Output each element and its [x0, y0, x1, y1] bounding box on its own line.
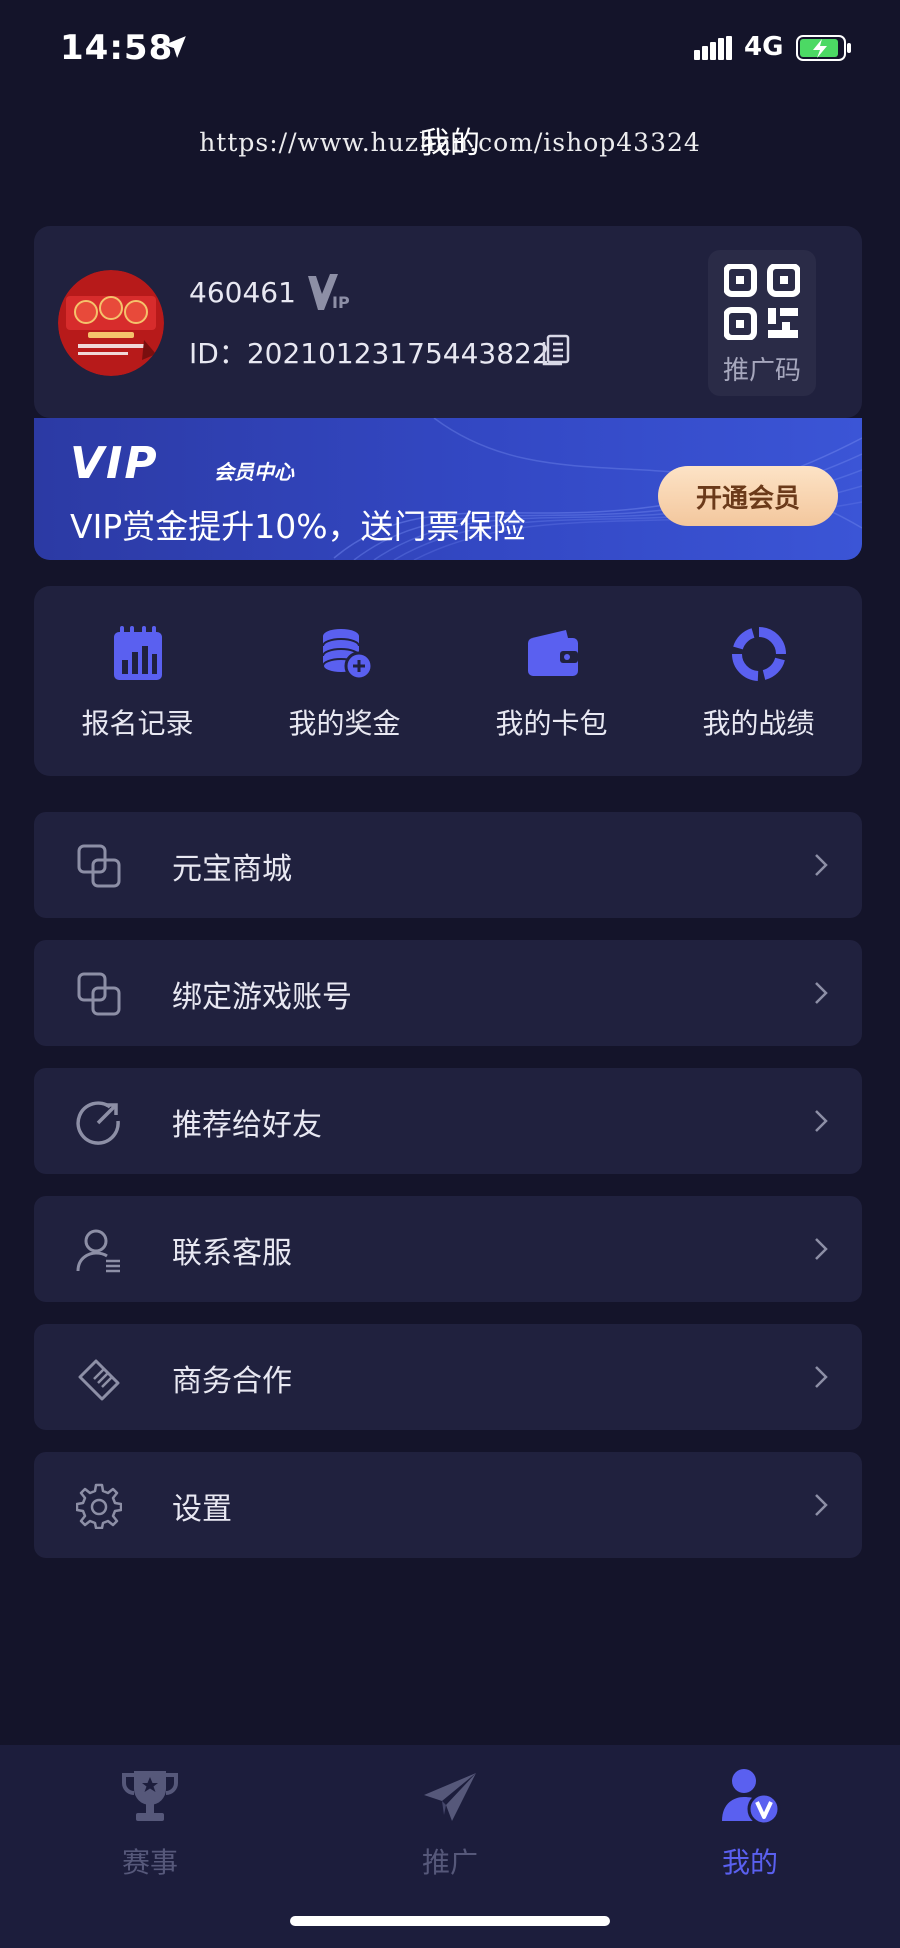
- user-list-icon: [76, 1229, 120, 1273]
- username: 460461: [189, 276, 296, 309]
- chevron-right-icon: [815, 854, 828, 876]
- share-arrow-icon: [76, 1101, 120, 1145]
- quick-action-card-wallet[interactable]: 我的卡包: [448, 586, 655, 776]
- coins-icon: [321, 629, 373, 681]
- chevron-right-icon: [815, 1366, 828, 1388]
- menu-item-contact-support[interactable]: 联系客服: [34, 1196, 862, 1302]
- svg-text:IP: IP: [332, 293, 350, 312]
- tab-promotion[interactable]: 推广: [300, 1763, 600, 1883]
- user-vip-icon: [722, 1769, 781, 1826]
- chevron-right-icon: [815, 1494, 828, 1516]
- wallet-icon: [527, 630, 578, 676]
- quick-actions: 报名记录 我的奖金 我的卡包 我的战绩: [34, 586, 862, 776]
- chevron-right-icon: [815, 1110, 828, 1132]
- menu-item-label: 元宝商城: [172, 852, 292, 887]
- overlap-squares-icon: [77, 844, 121, 888]
- menu-item-label: 推荐给好友: [172, 1108, 322, 1143]
- calendar-chart-icon: [113, 626, 162, 680]
- gear-icon: [76, 1483, 122, 1529]
- vip-badge-icon: IP: [308, 274, 350, 312]
- status-bar: 14:58 4G: [0, 0, 900, 96]
- battery-charging-icon: [796, 35, 851, 61]
- cellular-signal-icon: [694, 36, 732, 60]
- overlap-squares-icon: [77, 972, 121, 1016]
- qr-code-icon: [724, 264, 800, 340]
- quick-action-label: 我的奖金: [288, 707, 401, 740]
- status-time: 14:58: [60, 28, 174, 68]
- vip-description: VIP赏金提升10%，送门票保险: [70, 507, 526, 546]
- profile-card: 460461 IP ID：20210123175443822 推广码: [34, 226, 862, 418]
- promo-code-label: 推广码: [722, 356, 801, 386]
- trophy-icon: [122, 1771, 178, 1821]
- user-id: ID：20210123175443822: [189, 337, 550, 370]
- copy-icon[interactable]: [542, 334, 572, 366]
- tab-label: 我的: [721, 1846, 778, 1879]
- menu-item-label: 联系客服: [172, 1236, 292, 1271]
- quick-action-my-record[interactable]: 我的战绩: [655, 586, 862, 776]
- tab-mine[interactable]: 我的: [600, 1763, 900, 1883]
- paper-plane-icon: [424, 1773, 476, 1821]
- tab-label: 推广: [421, 1846, 478, 1879]
- menu-item-label: 商务合作: [172, 1364, 292, 1399]
- quick-action-signup-records[interactable]: 报名记录: [34, 586, 241, 776]
- quick-action-label: 我的战绩: [702, 707, 815, 740]
- vip-logo: VIP: [70, 438, 159, 489]
- menu-item-label: 绑定游戏账号: [172, 980, 352, 1015]
- menu-item-settings[interactable]: 设置: [34, 1452, 862, 1558]
- vip-banner[interactable]: VIP 会员中心 VIP赏金提升10%，送门票保险 开通会员: [34, 418, 862, 560]
- avatar[interactable]: [58, 270, 164, 376]
- network-type: 4G: [744, 32, 784, 62]
- home-indicator: [290, 1916, 610, 1926]
- menu-item-business-cooperation[interactable]: 商务合作: [34, 1324, 862, 1430]
- watermark-text: https://www.huzhan.com/ishop43324: [199, 128, 701, 157]
- menu-item-ingot-mall[interactable]: 元宝商城: [34, 812, 862, 918]
- handshake-icon: [78, 1359, 120, 1401]
- vip-center-title: 会员中心: [214, 460, 294, 484]
- quick-action-label: 报名记录: [81, 707, 194, 740]
- quick-action-label: 我的卡包: [495, 707, 608, 740]
- menu-item-label: 设置: [172, 1492, 232, 1527]
- promo-code-button[interactable]: 推广码: [708, 250, 816, 396]
- tab-events[interactable]: 赛事: [0, 1763, 300, 1883]
- menu-item-recommend-friends[interactable]: 推荐给好友: [34, 1068, 862, 1174]
- chevron-right-icon: [815, 982, 828, 1004]
- quick-action-my-bonus[interactable]: 我的奖金: [241, 586, 448, 776]
- open-membership-button[interactable]: 开通会员: [658, 466, 838, 526]
- menu-item-bind-game-account[interactable]: 绑定游戏账号: [34, 940, 862, 1046]
- location-arrow-icon: [164, 36, 186, 58]
- tab-label: 赛事: [121, 1846, 178, 1879]
- chevron-right-icon: [815, 1238, 828, 1260]
- ring-chart-icon: [731, 627, 786, 681]
